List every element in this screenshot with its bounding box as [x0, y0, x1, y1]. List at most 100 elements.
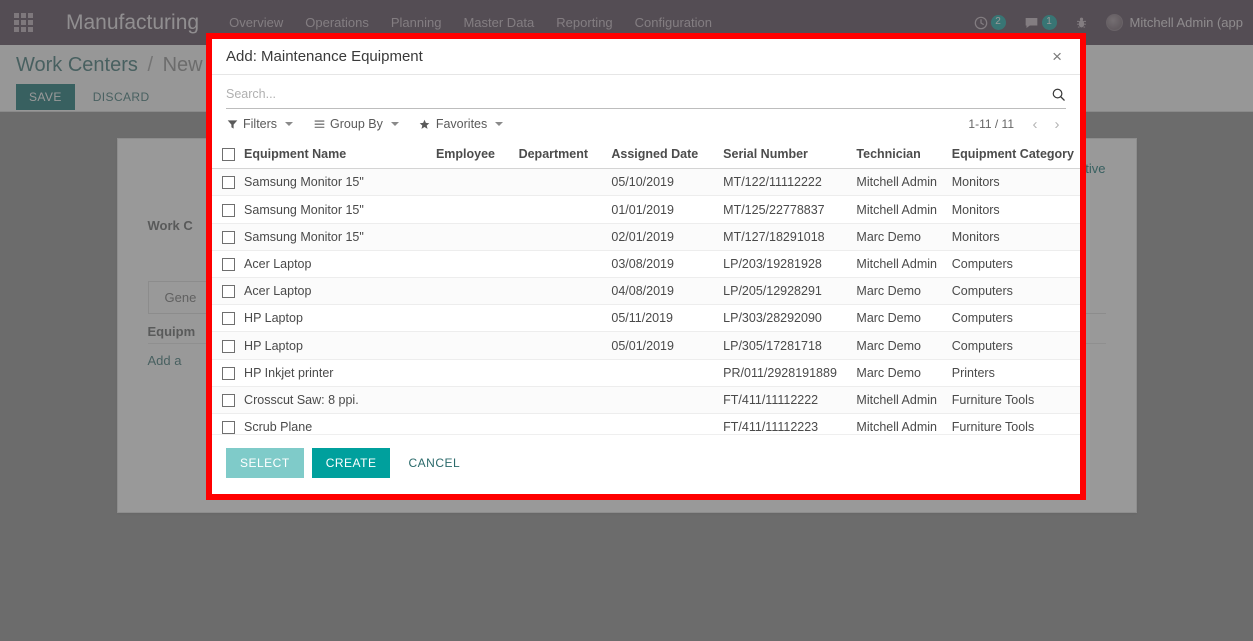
cell-assigned-date: 05/10/2019	[605, 168, 718, 197]
row-checkbox[interactable]	[222, 203, 235, 217]
create-button[interactable]: CREATE	[311, 448, 391, 478]
cell-department	[512, 250, 606, 279]
cell-employee	[429, 359, 513, 387]
cell-technician: Marc Demo	[850, 359, 946, 387]
cell-employee	[429, 331, 513, 360]
table-row[interactable]: Acer Laptop 04/08/2019 LP/205/12928291 Marc…	[212, 277, 1080, 306]
cell-technician: Marc Demo	[850, 304, 946, 333]
cell-serial-number: LP/305/17281718	[717, 331, 851, 360]
table-row[interactable]: Samsung Monitor 15" 02/01/2019 MT/127/1829…	[212, 223, 1080, 251]
row-checkbox[interactable]	[222, 285, 235, 299]
dialog-body: Filters Group By	[212, 75, 1080, 494]
cell-equipment-name: HP Laptop	[238, 331, 430, 360]
column-header-department[interactable]: Department	[512, 140, 606, 170]
row-checkbox[interactable]	[222, 339, 235, 353]
table-row[interactable]: Crosscut Saw: 8 ppi. FT/411/11112222 Mitch…	[212, 386, 1080, 415]
select-button[interactable]: SELECT	[226, 448, 304, 478]
cell-technician: Marc Demo	[850, 277, 946, 306]
cancel-button[interactable]: CANCEL	[398, 448, 470, 478]
cell-employee	[429, 386, 513, 415]
row-checkbox[interactable]	[222, 366, 235, 380]
table-row[interactable]: HP Laptop 05/11/2019 LP/303/28292090 Marc D…	[212, 304, 1080, 333]
chevron-right-icon[interactable]: ›	[1048, 115, 1066, 133]
pager: 1-11 / 11 ‹ ›	[968, 115, 1066, 133]
row-select-cell[interactable]	[212, 359, 239, 387]
row-checkbox[interactable]	[222, 394, 235, 408]
filters-label: Filters	[243, 117, 278, 131]
cell-department	[512, 195, 606, 224]
column-header-employee[interactable]: Employee	[429, 140, 513, 170]
cell-department	[512, 304, 606, 333]
row-checkbox[interactable]	[222, 176, 235, 190]
cell-employee	[429, 223, 513, 251]
cell-equipment-category: Computers	[945, 277, 1080, 306]
table-row[interactable]: HP Inkjet printer PR/011/2928191889 Marc D…	[212, 359, 1080, 387]
dialog-footer: SELECT CREATE CANCEL	[212, 434, 1080, 494]
row-checkbox[interactable]	[222, 421, 235, 434]
search-bar	[226, 85, 1066, 109]
close-icon[interactable]: ×	[1048, 46, 1066, 67]
cell-equipment-name: Acer Laptop	[238, 250, 430, 279]
cell-equipment-name: Crosscut Saw: 8 ppi.	[238, 386, 430, 415]
cell-assigned-date: 02/01/2019	[605, 223, 718, 251]
row-select-cell[interactable]	[212, 277, 239, 306]
table-header-row: Equipment Name Employee Department Assig…	[212, 140, 1080, 170]
cell-department	[512, 413, 606, 434]
filters-dropdown[interactable]: Filters	[226, 117, 294, 131]
search-input[interactable]	[226, 85, 1051, 103]
cell-equipment-category: Monitors	[945, 223, 1080, 251]
cell-assigned-date	[605, 359, 718, 387]
favorites-dropdown[interactable]: Favorites	[419, 117, 504, 131]
cell-serial-number: LP/203/19281928	[717, 250, 851, 279]
cell-equipment-category: Computers	[945, 304, 1080, 333]
column-header-equipment-name[interactable]: Equipment Name	[238, 140, 430, 170]
equipment-list-table: Equipment Name Employee Department Assig…	[212, 140, 1080, 434]
row-select-cell[interactable]	[212, 413, 239, 434]
row-select-cell[interactable]	[212, 250, 239, 279]
row-select-cell[interactable]	[212, 386, 239, 415]
cell-employee	[429, 277, 513, 306]
row-select-cell[interactable]	[212, 304, 239, 333]
select-all-checkbox[interactable]	[222, 148, 235, 162]
table-row[interactable]: Scrub Plane FT/411/11112223 Mitchell Admin…	[212, 413, 1080, 434]
chevron-left-icon[interactable]: ‹	[1026, 115, 1044, 133]
row-checkbox[interactable]	[222, 312, 235, 326]
cell-assigned-date: 03/08/2019	[605, 250, 718, 279]
table-row[interactable]: Acer Laptop 03/08/2019 LP/203/19281928 Mitc…	[212, 250, 1080, 279]
row-checkbox[interactable]	[222, 258, 235, 272]
pager-count: 1-11 / 11	[968, 117, 1014, 131]
row-select-cell[interactable]	[212, 223, 239, 251]
group-by-dropdown[interactable]: Group By	[313, 117, 399, 131]
column-header-technician[interactable]: Technician	[850, 140, 946, 170]
cell-technician: Mitchell Admin	[850, 250, 946, 279]
cell-serial-number: FT/411/11112223	[717, 413, 851, 434]
column-header-assigned-date[interactable]: Assigned Date	[605, 140, 718, 170]
cell-equipment-name: Samsung Monitor 15"	[238, 195, 430, 224]
table-row[interactable]: Samsung Monitor 15" 01/01/2019 MT/125/2277…	[212, 195, 1080, 224]
column-header-equipment-category[interactable]: Equipment Category	[945, 140, 1080, 170]
cell-employee	[429, 168, 513, 197]
cell-department	[512, 223, 606, 251]
cell-equipment-category: Computers	[945, 331, 1080, 360]
add-maintenance-equipment-dialog: Add: Maintenance Equipment × Fi	[212, 39, 1080, 494]
row-select-cell[interactable]	[212, 195, 239, 224]
favorites-label: Favorites	[435, 117, 488, 131]
cell-serial-number: LP/205/12928291	[717, 277, 851, 306]
row-checkbox[interactable]	[222, 230, 235, 244]
cell-equipment-name: Samsung Monitor 15"	[238, 223, 430, 251]
cell-assigned-date: 04/08/2019	[605, 277, 718, 306]
column-header-serial-number[interactable]: Serial Number	[717, 140, 851, 170]
cell-equipment-category: Monitors	[945, 195, 1080, 224]
highlight-outline: Add: Maintenance Equipment × Fi	[206, 33, 1086, 500]
cell-department	[512, 359, 606, 387]
equipment-list-scroll[interactable]: Equipment Name Employee Department Assig…	[212, 140, 1080, 434]
cell-department	[512, 277, 606, 306]
row-select-cell[interactable]	[212, 331, 239, 360]
table-row[interactable]: Samsung Monitor 15" 05/10/2019 MT/122/1111…	[212, 168, 1080, 197]
cell-technician: Marc Demo	[850, 223, 946, 251]
table-row[interactable]: HP Laptop 05/01/2019 LP/305/17281718 Marc D…	[212, 331, 1080, 360]
row-select-cell[interactable]	[212, 168, 239, 197]
search-icon[interactable]	[1051, 87, 1066, 102]
cell-equipment-category: Furniture Tools	[945, 386, 1080, 415]
dialog-title: Add: Maintenance Equipment	[226, 48, 423, 65]
